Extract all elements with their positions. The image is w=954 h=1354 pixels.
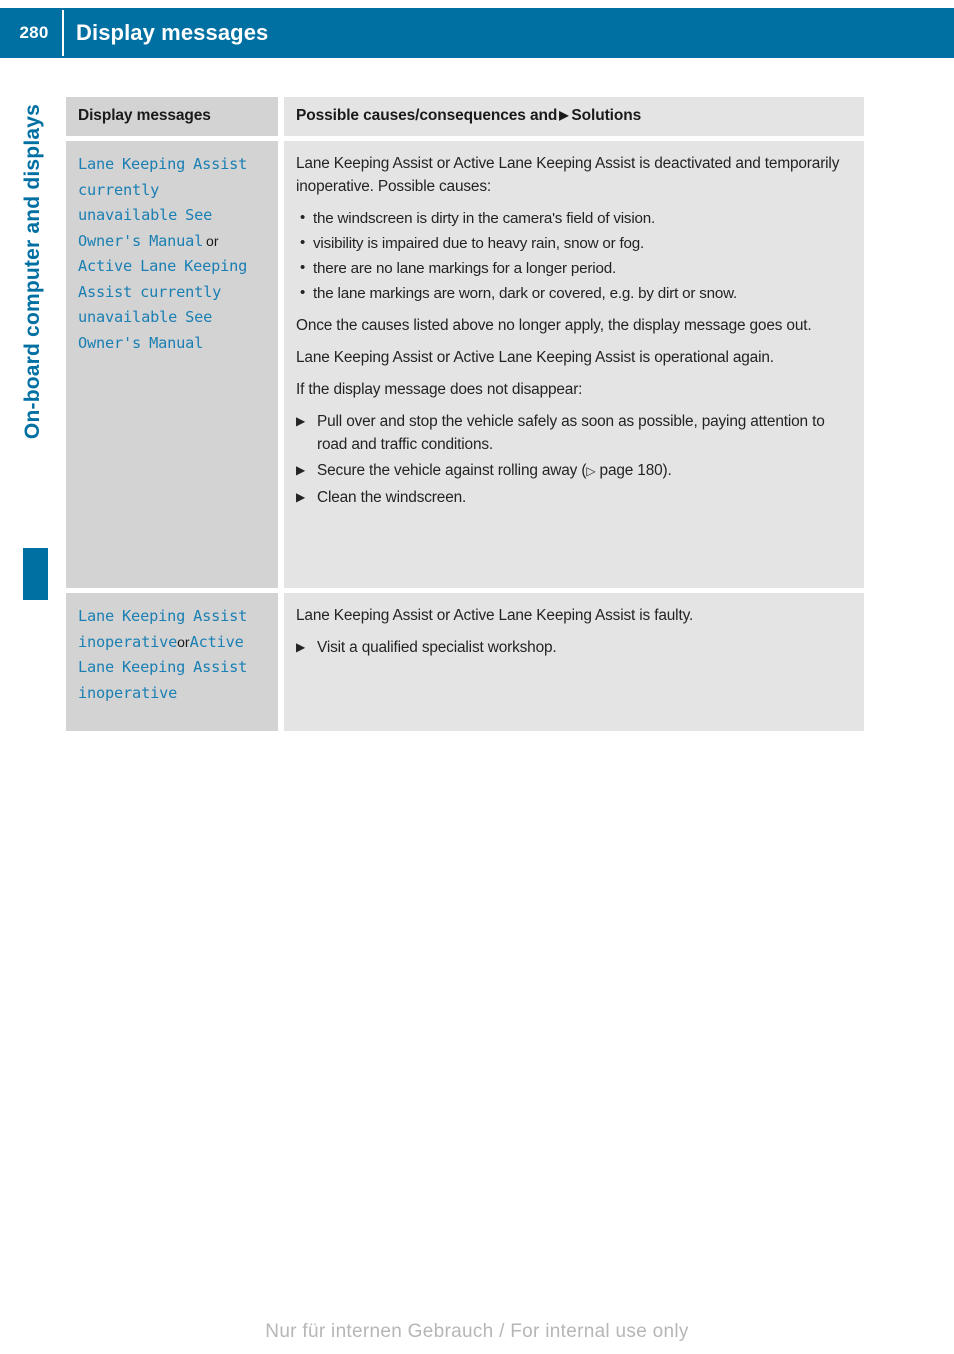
action-text: Clean the windscreen. [317, 488, 467, 506]
solutions-list: Visit a qualified specialist workshop. [296, 636, 852, 659]
footer-watermark: Nur für internen Gebrauch / For internal… [265, 1321, 689, 1342]
cause-intro-paragraph: Lane Keeping Assist or Active Lane Keepi… [296, 155, 840, 195]
cause-intro-paragraph: Lane Keeping Assist or Active Lane Keepi… [296, 607, 694, 624]
column-header-causes-text: Possible causes/consequences and [296, 107, 558, 124]
action-text: Pull over and stop the vehicle safely as… [317, 413, 825, 453]
header-divider [62, 10, 64, 56]
message-conjunction: or [177, 633, 190, 650]
list-item: Clean the windscreen. [296, 486, 852, 509]
paragraph-causes-resolved: Once the causes listed above no longer a… [296, 317, 812, 334]
table-row: Lane Keeping Assist currently unavailabl… [66, 141, 864, 588]
table-header-cell-messages: Display messages [66, 97, 278, 136]
page-number: 280 [19, 23, 49, 42]
message-cell-unavailable: Lane Keeping Assist currently unavailabl… [66, 141, 278, 588]
action-text: Visit a qualified specialist workshop. [317, 639, 557, 656]
display-message-text: Lane Keeping Assist currently unavailabl… [78, 152, 266, 356]
table-header-cell-causes: Possible causes/consequences and ▶ Solutio… [284, 97, 864, 136]
table-header-row: Display messages Possible causes/consequ… [66, 97, 864, 136]
column-header-display-messages: Display messages [78, 107, 211, 124]
table-row: Lane Keeping Assist inoperativeorActive … [66, 593, 864, 731]
causes-cell-inoperative: Lane Keeping Assist or Active Lane Keepi… [284, 593, 864, 731]
action-text: Secure the vehicle against rolling away … [317, 462, 587, 479]
message-conjunction: or [203, 232, 219, 249]
display-messages-table: Display messages Possible causes/consequ… [66, 97, 864, 731]
list-item: the lane markings are worn, dark or cove… [296, 281, 852, 305]
list-item: visibility is impaired due to heavy rain… [296, 231, 852, 255]
list-item: Secure the vehicle against rolling away … [296, 459, 852, 483]
column-header-causes-solutions: Possible causes/consequences and ▶ Solutio… [296, 107, 641, 124]
list-item: there are no lane markings for a longer … [296, 256, 852, 280]
list-item: Visit a qualified specialist workshop. [296, 636, 852, 659]
list-item: Pull over and stop the vehicle safely as… [296, 410, 852, 456]
paragraph-if-not-disappear: If the display message does not disappea… [296, 381, 583, 398]
list-item: the windscreen is dirty in the camera's … [296, 206, 852, 230]
page-reference-label[interactable]: page 180). [595, 462, 672, 479]
causes-list: the windscreen is dirty in the camera's … [296, 206, 852, 305]
chapter-label: On-board computer and displays [21, 104, 44, 440]
message-variant-1: Lane Keeping Assist currently unavailabl… [78, 155, 248, 250]
paragraph-operational-again: Lane Keeping Assist or Active Lane Keepi… [296, 349, 774, 366]
display-message-text: Lane Keeping Assist inoperativeorActive … [78, 604, 266, 706]
column-header-solutions-text: Solutions [571, 107, 642, 124]
solutions-list: Pull over and stop the vehicle safely as… [296, 410, 852, 509]
page-title: Display messages [76, 20, 269, 45]
causes-cell-unavailable: Lane Keeping Assist or Active Lane Keepi… [284, 141, 864, 588]
solid-triangle-icon: ▶ [559, 108, 569, 122]
message-variant-2: Active Lane Keeping Assist currently una… [78, 257, 248, 352]
message-cell-inoperative: Lane Keeping Assist inoperativeorActive … [66, 593, 278, 731]
chapter-tab-marker [23, 548, 48, 600]
